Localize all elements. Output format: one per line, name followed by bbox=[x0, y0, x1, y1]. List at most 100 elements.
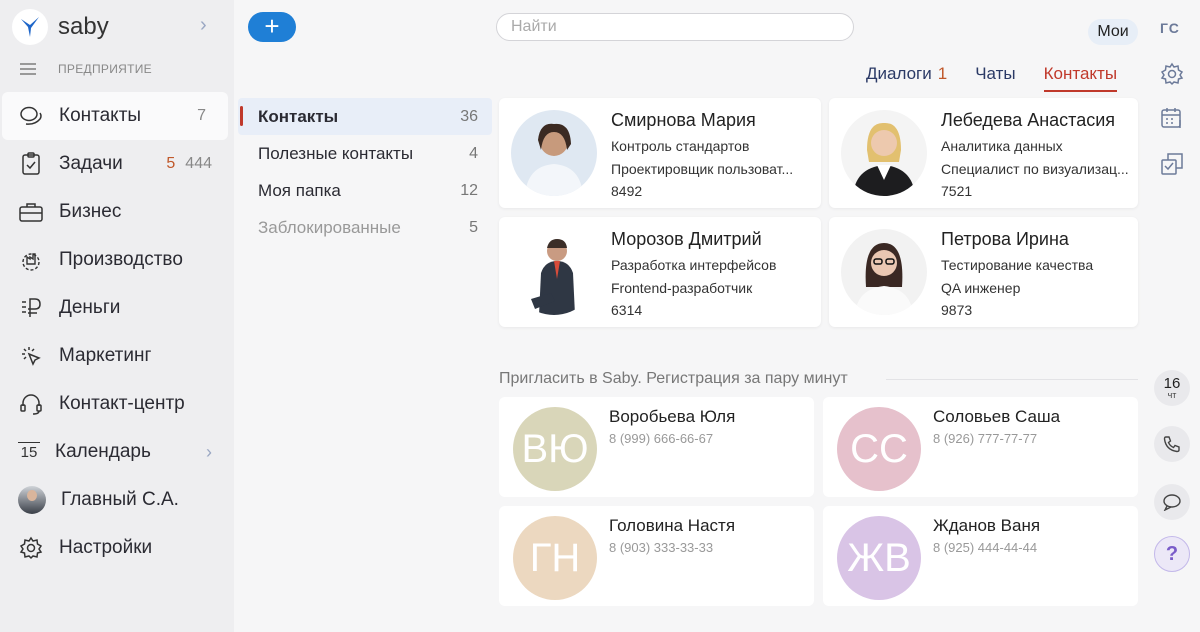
date-weekday: чт bbox=[1167, 390, 1177, 400]
sidebar-item-marketing[interactable]: Маркетинг bbox=[0, 332, 234, 380]
brand[interactable]: saby bbox=[12, 8, 109, 46]
sidebar-item-label: Деньги bbox=[59, 297, 121, 318]
sidebar-item-contacts[interactable]: Контакты 7 bbox=[2, 92, 228, 140]
contact-name: Лебедева Анастасия bbox=[941, 110, 1116, 130]
sidebar-item-label: Производство bbox=[59, 249, 183, 270]
tab-label: Диалоги bbox=[866, 64, 932, 83]
sidebar-item-label: Контакты bbox=[59, 105, 142, 126]
sidebar-item-tasks[interactable]: Задачи 5 444 bbox=[0, 140, 234, 188]
settings-gear-icon[interactable] bbox=[1158, 60, 1186, 88]
contact-photo bbox=[511, 110, 597, 196]
contact-department: Контроль стандартов bbox=[611, 138, 750, 154]
invite-card[interactable]: ЖВ Жданов Ваня 8 (925) 444-44-44 bbox=[823, 506, 1138, 606]
folder-item-my-folder[interactable]: Моя папка 12 bbox=[238, 172, 492, 209]
contact-photo bbox=[511, 229, 597, 315]
sidebar-item-money[interactable]: Деньги bbox=[0, 284, 234, 332]
sidebar-item-count: 7 bbox=[197, 107, 206, 124]
cursor-click-icon bbox=[18, 343, 44, 369]
sidebar-item-label: Задачи bbox=[59, 153, 123, 174]
invite-card[interactable]: ВЮ Воробьева Юля 8 (999) 666-66-67 bbox=[499, 397, 814, 497]
contact-department: Разработка интерфейсов bbox=[611, 257, 777, 273]
folder-count: 4 bbox=[469, 144, 478, 162]
contact-extension: 6314 bbox=[611, 302, 643, 318]
sidebar-nav: Контакты 7 Задачи 5 444 Бизнес Производст… bbox=[0, 92, 234, 572]
sidebar-item-profile[interactable]: Главный С.А. bbox=[0, 476, 234, 524]
total-count: 444 bbox=[185, 155, 212, 172]
chat-button[interactable] bbox=[1154, 484, 1190, 520]
contact-extension: 9873 bbox=[941, 302, 973, 318]
my-filter-button[interactable]: Мои bbox=[1088, 19, 1138, 45]
invite-phone: 8 (926) 777-77-77 bbox=[933, 431, 1038, 446]
user-initials[interactable]: ГС bbox=[1160, 20, 1180, 36]
invite-heading: Пригласить в Saby. Регистрация за пару м… bbox=[499, 370, 848, 387]
invite-name: Воробьева Юля bbox=[609, 407, 736, 426]
sidebar-item-production[interactable]: Производство bbox=[0, 236, 234, 284]
tab-chats[interactable]: Чаты bbox=[975, 64, 1015, 92]
contact-extension: 8492 bbox=[611, 183, 643, 199]
clipboard-check-icon bbox=[18, 151, 44, 177]
headset-icon bbox=[18, 391, 44, 417]
sidebar: saby › ПРЕДПРИЯТИЕ Контакты 7 Задачи 5 44… bbox=[0, 0, 234, 632]
sidebar-item-label: Маркетинг bbox=[59, 345, 152, 366]
folder-count: 36 bbox=[460, 107, 478, 125]
sidebar-item-calendar[interactable]: 15 Календарь › bbox=[0, 428, 234, 476]
menu-icon[interactable] bbox=[20, 63, 36, 75]
contact-name: Петрова Ирина bbox=[941, 229, 1069, 249]
contact-extension: 7521 bbox=[941, 183, 973, 199]
sidebar-item-label: Календарь bbox=[55, 441, 151, 462]
sidebar-item-contact-center[interactable]: Контакт-центр bbox=[0, 380, 234, 428]
folder-label: Заблокированные bbox=[258, 217, 401, 237]
contact-department: Аналитика данных bbox=[941, 138, 1063, 154]
chevron-right-icon[interactable]: › bbox=[200, 14, 207, 37]
contact-position: QA инженер bbox=[941, 280, 1021, 296]
contact-department: Тестирование качества bbox=[941, 257, 1094, 273]
invite-card[interactable]: ГН Головина Настя 8 (903) 333-33-33 bbox=[499, 506, 814, 606]
add-button[interactable]: + bbox=[248, 12, 296, 42]
gear-icon bbox=[18, 535, 44, 561]
tab-contacts[interactable]: Контакты bbox=[1043, 64, 1118, 92]
sidebar-item-settings[interactable]: Настройки bbox=[0, 524, 234, 572]
folder-list: Контакты 36 Полезные контакты 4 Моя папк… bbox=[238, 98, 492, 246]
tab-label: Чаты bbox=[975, 64, 1016, 83]
contact-position: Специалист по визуализац... bbox=[941, 161, 1129, 177]
divider bbox=[886, 379, 1138, 380]
initials-avatar: ВЮ bbox=[513, 407, 597, 491]
folder-count: 12 bbox=[460, 181, 478, 199]
sidebar-item-count: 5 444 bbox=[166, 155, 212, 173]
sidebar-item-label: Настройки bbox=[59, 537, 153, 558]
initials-avatar: СС bbox=[837, 407, 921, 491]
tasks-checklist-icon[interactable] bbox=[1158, 150, 1186, 178]
invite-card[interactable]: СС Соловьев Саша 8 (926) 777-77-77 bbox=[823, 397, 1138, 497]
tab-dialogs[interactable]: Диалоги 1 bbox=[866, 64, 947, 92]
contact-card[interactable]: Лебедева Анастасия Аналитика данных Спец… bbox=[829, 98, 1138, 208]
date-widget[interactable]: 16 чт bbox=[1154, 370, 1190, 406]
phone-icon bbox=[1163, 436, 1180, 453]
folder-label: Контакты bbox=[258, 106, 339, 126]
phone-button[interactable] bbox=[1154, 426, 1190, 462]
tab-badge: 1 bbox=[937, 64, 948, 83]
avatar bbox=[18, 486, 46, 514]
invite-name: Жданов Ваня bbox=[933, 516, 1041, 535]
contact-name: Смирнова Мария bbox=[611, 110, 756, 130]
chevron-right-icon[interactable]: › bbox=[206, 442, 212, 463]
briefcase-icon bbox=[18, 199, 44, 225]
contact-photo bbox=[841, 229, 927, 315]
search-input[interactable] bbox=[496, 13, 854, 41]
chat-bubble-icon bbox=[1163, 494, 1181, 511]
contact-card[interactable]: Петрова Ирина Тестирование качества QA и… bbox=[829, 217, 1138, 327]
calendar-schedule-icon[interactable] bbox=[1158, 104, 1186, 132]
folder-item-blocked[interactable]: Заблокированные 5 bbox=[238, 209, 492, 246]
invite-name: Соловьев Саша bbox=[933, 407, 1061, 426]
folder-label: Полезные контакты bbox=[258, 143, 414, 163]
folder-item-contacts[interactable]: Контакты 36 bbox=[238, 98, 492, 135]
unread-count: 5 bbox=[166, 155, 176, 172]
folder-item-useful[interactable]: Полезные контакты 4 bbox=[238, 135, 492, 172]
chat-bubbles-icon bbox=[18, 103, 44, 129]
contact-card[interactable]: Морозов Дмитрий Разработка интерфейсов F… bbox=[499, 217, 821, 327]
org-switcher[interactable]: ПРЕДПРИЯТИЕ bbox=[20, 62, 152, 76]
help-button[interactable]: ? bbox=[1154, 536, 1190, 572]
contact-photo bbox=[841, 110, 927, 196]
sidebar-item-business[interactable]: Бизнес bbox=[0, 188, 234, 236]
brand-name: saby bbox=[58, 13, 109, 40]
contact-card[interactable]: Смирнова Мария Контроль стандартов Проек… bbox=[499, 98, 821, 208]
